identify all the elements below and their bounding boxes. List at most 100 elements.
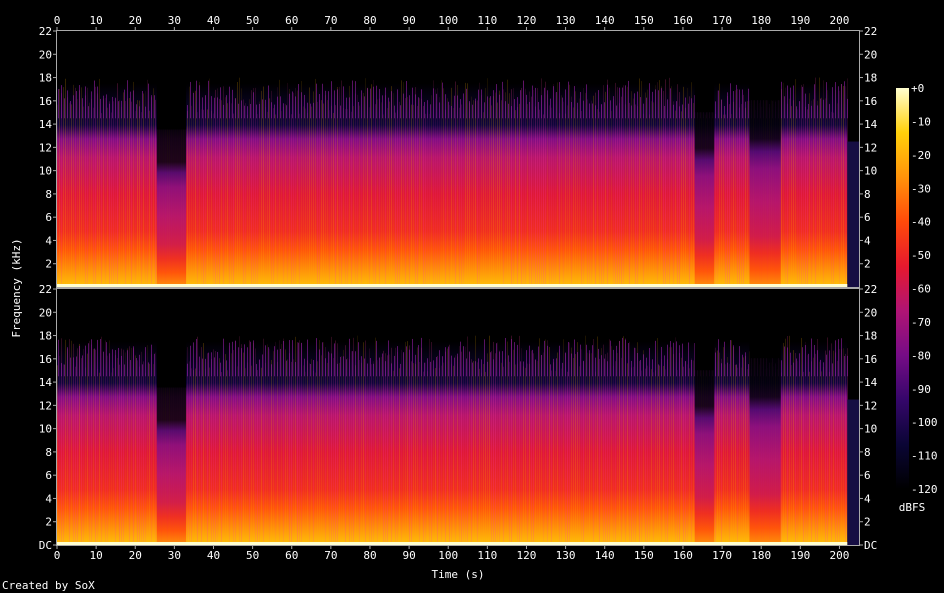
x-tick-label-top: 160 [673,14,693,27]
colorbar-tick-label: -120 [911,483,938,496]
credit-text: Created by SoX [2,579,95,592]
x-tick-label-top: 120 [517,14,537,27]
y-tick-label-left: 14 [39,376,53,389]
x-tick-label-top: 60 [285,14,298,27]
y-tick-label-left: 22 [39,283,52,296]
bottom-quiet-section-2-fill [694,370,715,545]
bottom-quiet-section-3 [749,289,781,359]
y-tick-label-right: 2 [864,258,871,271]
y-tick-label-right: 12 [864,399,877,412]
x-tick-label-bottom: 20 [129,549,142,562]
y-tick-label-left: 12 [39,399,52,412]
x-tick-label-bottom: 40 [207,549,220,562]
y-tick-label-right: 4 [864,492,871,505]
colorbar-label: dBFS [899,501,926,514]
y-tick-label-left: 20 [39,306,52,319]
colorbar-tick-label: -50 [911,249,931,262]
y-tick-label-left: 10 [39,165,52,178]
colorbar-gradient [896,88,909,489]
colorbar-tick-label: -100 [911,416,938,429]
colorbar-tick-label: -20 [911,149,931,162]
x-tick-label-top: 130 [556,14,576,27]
y-tick-label-right: 14 [864,376,878,389]
y-tick-label-left: 20 [39,48,52,61]
x-tick-label-top: 150 [634,14,654,27]
bottom-dc-band [57,542,848,545]
colorbar-tick-label: -10 [911,115,931,128]
x-tick-label-bottom: 30 [168,549,181,562]
x-tick-label-top: 50 [246,14,259,27]
bottom-quiet-section-1 [156,289,187,388]
y-tick-label-right: 22 [864,25,877,38]
y-tick-label-right: 6 [864,211,871,224]
y-tick-label-right: 8 [864,188,871,201]
y-tick-label-right: 8 [864,446,871,459]
x-tick-label-bottom: 120 [517,549,537,562]
y-tick-label-right: 16 [864,95,877,108]
top-quiet-section-1 [156,31,187,130]
x-tick-label-top: 10 [89,14,102,27]
colorbar-ticks: +0 -10 -20 -30 -40 -50 -60 -70 -80 -90 -100 -110 -12… [911,82,938,496]
x-tick-label-bottom: 140 [595,549,615,562]
x-tick-label-top: 110 [477,14,497,27]
x-tick-label-top: 190 [790,14,810,27]
y-tick-label-right: 20 [864,48,877,61]
y-tick-label-left: 6 [45,211,52,224]
y-tick-label-left: 2 [45,516,52,529]
x-tick-label-bottom: 80 [363,549,376,562]
x-tick-label-bottom: 190 [790,549,810,562]
x-tick-label-bottom: 90 [402,549,415,562]
y-tick-label-left: 2 [45,258,52,271]
x-tick-label-bottom: 110 [477,549,497,562]
y-tick-label-left: DC [39,539,52,552]
x-tick-label-top: 200 [830,14,850,27]
bottom-quiet-section-3-fill [749,358,781,545]
x-tick-label-bottom: 50 [246,549,259,562]
top-dc-band [57,284,848,287]
top-quiet-section-3-fill [749,100,781,287]
top-channel-plot [56,30,860,288]
x-tick-label-top: 20 [129,14,142,27]
x-tick-label-bottom: 170 [712,549,732,562]
y-tick-label-left: 4 [45,234,52,247]
y-tick-label-right: 20 [864,306,877,319]
colorbar: +0 -10 -20 -30 -40 -50 -60 -70 -80 -90 -100 -110 -12… [896,82,938,514]
y-axis-right-ticks: 222018161412108642222018161412108642DC [859,25,878,552]
x-tick-label-bottom: 160 [673,549,693,562]
x-tick-label-top: 180 [751,14,771,27]
y-axis-label: Frequency (kHz) [10,238,23,337]
y-tick-label-left: 16 [39,353,52,366]
y-tick-label-right: 6 [864,469,871,482]
colorbar-tick-label: -70 [911,316,931,329]
colorbar-tick-label: -80 [911,349,931,362]
top-quiet-section-2 [694,31,715,113]
y-tick-label-left: 14 [39,118,53,131]
x-tick-label-bottom: 60 [285,549,298,562]
y-tick-label-left: 8 [45,446,52,459]
x-tick-label-top: 140 [595,14,615,27]
x-tick-label-top: 40 [207,14,220,27]
x-axis-label: Time (s) [432,568,485,581]
y-tick-label-right: 4 [864,234,871,247]
y-tick-label-left: 18 [39,330,52,343]
y-tick-label-left: 10 [39,423,52,436]
y-tick-label-left: 6 [45,469,52,482]
x-tick-label-bottom: 150 [634,549,654,562]
x-tick-label-bottom: 70 [324,549,337,562]
y-tick-label-right: 10 [864,423,877,436]
y-tick-label-right: 16 [864,353,877,366]
x-tick-label-bottom: 180 [751,549,771,562]
x-tick-label-top: 90 [402,14,415,27]
colorbar-tick-label: -40 [911,216,931,229]
top-quiet-section-1-fill [156,129,187,287]
colorbar-tick-label: -90 [911,383,931,396]
y-tick-label-right: 10 [864,165,877,178]
x-axis-bottom-ticks: 0 10 20 30 40 50 60 70 80 90 100 110 120 130 140 150 160… [54,545,849,562]
x-tick-label-top: 30 [168,14,181,27]
y-tick-label-right: 18 [864,330,877,343]
y-tick-label-left: 8 [45,188,52,201]
colorbar-tick-label: -60 [911,283,931,296]
y-tick-label-right: 14 [864,118,878,131]
bottom-channel-plot [56,288,860,546]
y-tick-label-right: 2 [864,516,871,529]
